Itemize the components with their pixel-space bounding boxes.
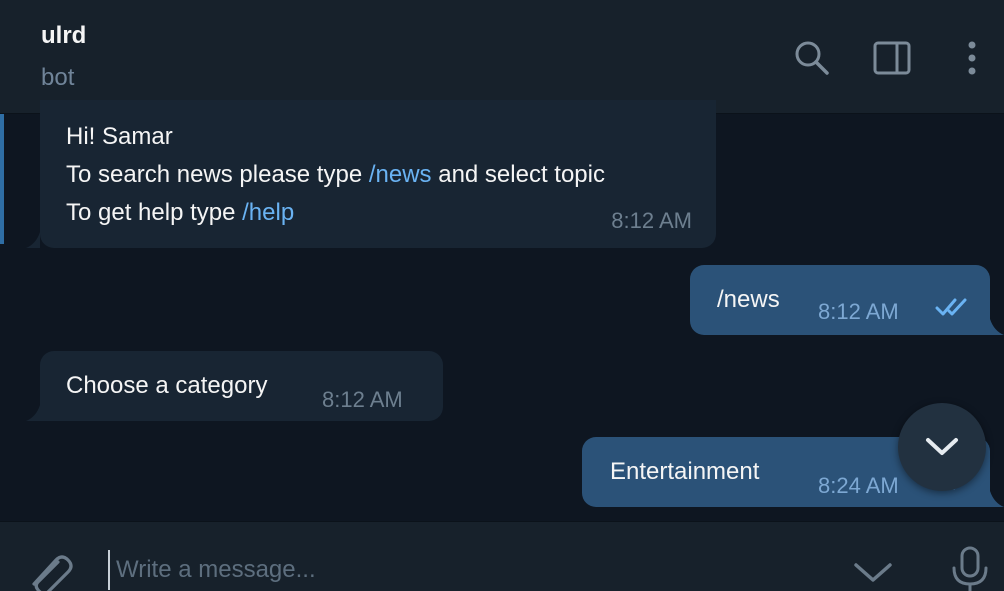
message-text: Hi! Samar	[66, 123, 173, 150]
bubble-tail	[26, 405, 40, 421]
chevron-down-icon	[926, 438, 958, 455]
sidebar-toggle-icon[interactable]	[872, 38, 912, 78]
message-text: and select topic	[431, 161, 605, 188]
scroll-to-bottom-button[interactable]	[898, 403, 986, 491]
message-bubble-incoming[interactable]: Hi! Samar To search news please type /ne…	[40, 100, 716, 248]
message-composer	[0, 521, 1004, 591]
bubble-tail	[26, 232, 40, 248]
message-time: 8:12 AM	[611, 208, 692, 233]
message-time: 8:12 AM	[322, 387, 403, 412]
paperclip-icon[interactable]	[26, 548, 78, 591]
bot-command-link-help[interactable]: /help	[242, 199, 294, 226]
bubble-tail	[990, 491, 1004, 507]
bubble-tail	[990, 319, 1004, 335]
message-bubble-outgoing[interactable]: /news 8:12 AM	[690, 265, 990, 335]
search-icon[interactable]	[792, 38, 832, 78]
message-text: To get help type	[66, 199, 243, 226]
message-line: Hi! Samar	[66, 118, 716, 156]
message-text: Entertainment	[610, 458, 760, 485]
message-line: To search news please type /news and sel…	[66, 156, 716, 194]
bot-command-link-news[interactable]: /news	[369, 161, 432, 188]
double-check-icon	[935, 298, 967, 316]
more-vertical-icon[interactable]	[952, 38, 992, 78]
chat-window: ulrd bot Hi! Samar To search news please…	[0, 0, 1004, 591]
message-text: /news	[717, 286, 780, 313]
selection-indicator	[0, 114, 4, 244]
chevron-down-icon[interactable]	[852, 560, 894, 586]
message-bubble-incoming[interactable]: Choose a category 8:12 AM	[40, 351, 443, 421]
microphone-icon[interactable]	[948, 546, 992, 591]
chat-status: bot	[41, 64, 75, 91]
message-time: 8:12 AM	[818, 299, 899, 324]
message-text: To search news please type	[66, 161, 369, 188]
chat-header: ulrd bot	[0, 0, 1004, 114]
chat-title[interactable]: ulrd	[41, 22, 86, 50]
message-input[interactable]	[108, 550, 828, 590]
message-text: Choose a category	[66, 372, 268, 399]
message-time: 8:24 AM	[818, 473, 899, 498]
